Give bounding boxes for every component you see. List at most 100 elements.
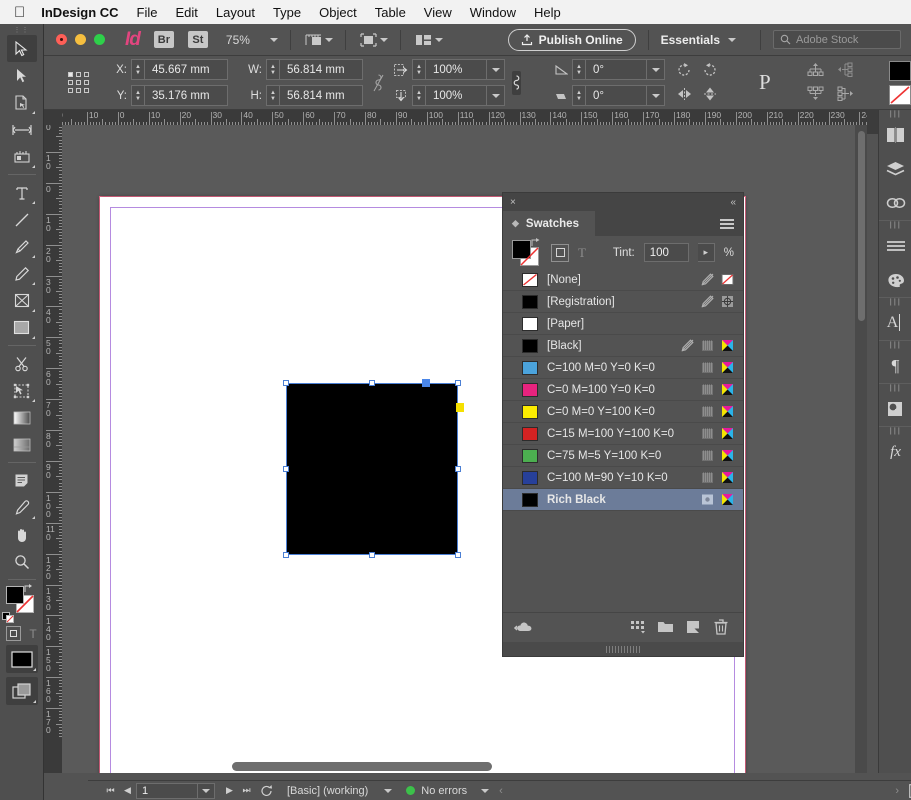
rotation-dropdown-icon[interactable] bbox=[647, 59, 665, 80]
swatch-row[interactable]: [Black] bbox=[503, 335, 743, 357]
workspace-dropdown-icon[interactable] bbox=[728, 37, 736, 42]
apple-menu-icon[interactable]:  bbox=[14, 5, 25, 20]
effects-panel-icon[interactable]: fx bbox=[879, 435, 911, 469]
hand-tool[interactable] bbox=[7, 521, 37, 548]
gap-tool[interactable] bbox=[7, 116, 37, 143]
handle-bottom-right[interactable] bbox=[455, 552, 461, 558]
paragraph-panel-icon[interactable]: ¶ bbox=[879, 349, 911, 383]
formatting-affects-container-icon[interactable] bbox=[6, 626, 22, 641]
object-styles-panel-icon[interactable] bbox=[879, 392, 911, 426]
rotate-counterclockwise-button[interactable] bbox=[699, 59, 721, 81]
new-color-group-button[interactable] bbox=[623, 614, 651, 640]
canvas-vertical-scroll-thumb[interactable] bbox=[858, 131, 865, 321]
shear-stepper[interactable]: ▲ ▼ bbox=[572, 85, 585, 106]
fill-stroke-control[interactable] bbox=[1, 584, 42, 624]
scale-y-field[interactable]: 100% bbox=[425, 85, 487, 106]
note-tool[interactable] bbox=[7, 467, 37, 494]
pages-panel-icon[interactable] bbox=[879, 118, 911, 152]
workspace-switcher[interactable]: Essentials bbox=[661, 33, 720, 47]
free-transform-tool[interactable] bbox=[7, 377, 37, 404]
last-page-button[interactable]: ⏭ bbox=[238, 782, 255, 800]
swatch-row[interactable]: C=15 M=100 Y=100 K=0 bbox=[503, 423, 743, 445]
scissors-tool[interactable] bbox=[7, 350, 37, 377]
h-stepper[interactable]: ▲ ▼ bbox=[266, 85, 279, 106]
reference-point-selector[interactable] bbox=[68, 72, 89, 93]
handle-top-center[interactable] bbox=[369, 380, 375, 386]
vertical-ruler[interactable]: 0 10 0 10 20 30 40 50 60 70 80 90 100 110 120 130 140 150… bbox=[44, 125, 62, 773]
horizontal-ruler[interactable]: 0100102030405060708090100110120130140150… bbox=[62, 110, 867, 125]
maximize-window-button[interactable] bbox=[94, 34, 105, 45]
page-number-dropdown-icon[interactable] bbox=[198, 782, 215, 799]
x-field[interactable]: 45.667 mm bbox=[144, 59, 228, 80]
flip-vertical-button[interactable] bbox=[699, 83, 721, 105]
dock-grip-4[interactable]: ┃┃┃ bbox=[879, 341, 911, 349]
page-number-field[interactable]: 1 bbox=[136, 782, 198, 799]
menu-file[interactable]: File bbox=[137, 5, 158, 20]
links-panel-icon[interactable] bbox=[879, 186, 911, 220]
rotate-clockwise-button[interactable] bbox=[673, 59, 695, 81]
x-stepper[interactable]: ▲ ▼ bbox=[131, 59, 144, 80]
swatch-row[interactable]: C=0 M=100 Y=0 K=0 bbox=[503, 379, 743, 401]
tint-dropdown-icon[interactable]: ▸ bbox=[697, 243, 715, 262]
scale-y-stepper[interactable]: ▲ ▼ bbox=[412, 85, 425, 106]
previous-page-button[interactable]: ◀ bbox=[119, 782, 136, 800]
direct-selection-tool[interactable] bbox=[7, 62, 37, 89]
handle-bottom-left[interactable] bbox=[283, 552, 289, 558]
master-page-dropdown-icon[interactable] bbox=[380, 788, 396, 793]
stroke-color-indicator[interactable] bbox=[888, 84, 911, 105]
bridge-button[interactable]: Br bbox=[153, 31, 174, 48]
status-resize-right-icon[interactable]: › bbox=[895, 785, 899, 797]
next-page-button[interactable]: ▶ bbox=[221, 782, 238, 800]
menu-help[interactable]: Help bbox=[534, 5, 561, 20]
formatting-affects-text-icon[interactable]: T bbox=[578, 245, 586, 261]
align-right-button[interactable] bbox=[835, 83, 857, 105]
zoom-dropdown-icon[interactable] bbox=[269, 37, 278, 42]
swatches-collapse-icon[interactable]: « bbox=[730, 197, 736, 208]
constrain-proportions-wh-icon[interactable] bbox=[373, 72, 384, 94]
document-spread-icon[interactable] bbox=[905, 782, 911, 800]
w-stepper[interactable]: ▲ ▼ bbox=[266, 59, 279, 80]
minimize-window-button[interactable] bbox=[75, 34, 86, 45]
canvas-vertical-scrollbar[interactable] bbox=[855, 125, 867, 773]
ruler-corner[interactable] bbox=[44, 110, 62, 125]
corner-options-handle[interactable] bbox=[456, 403, 464, 412]
tools-panel-grip[interactable]: ⋮⋮ bbox=[0, 24, 43, 35]
layers-panel-icon[interactable] bbox=[879, 152, 911, 186]
tab-swatches[interactable]: ◆ Swatches bbox=[503, 211, 595, 236]
master-page-icon[interactable] bbox=[255, 782, 279, 800]
handle-middle-right[interactable] bbox=[455, 466, 461, 472]
zoom-level-value[interactable]: 75% bbox=[226, 33, 250, 47]
new-swatch-button[interactable] bbox=[679, 614, 707, 640]
canvas-horizontal-scrollbar[interactable] bbox=[62, 759, 867, 773]
swatches-resize-grip-icon[interactable] bbox=[605, 645, 641, 653]
tint-field[interactable]: 100 bbox=[643, 243, 689, 262]
frame-tool[interactable] bbox=[7, 287, 37, 314]
menu-edit[interactable]: Edit bbox=[176, 5, 198, 20]
content-collector-tool[interactable] bbox=[7, 143, 37, 170]
h-field[interactable]: 56.814 mm bbox=[279, 85, 363, 106]
color-panel-icon[interactable] bbox=[879, 263, 911, 297]
menu-type[interactable]: Type bbox=[273, 5, 301, 20]
swatch-row[interactable]: [Registration] bbox=[503, 291, 743, 313]
default-fill-stroke-icon[interactable] bbox=[1, 612, 15, 624]
swatches-close-icon[interactable]: × bbox=[510, 197, 516, 208]
scale-x-field[interactable]: 100% bbox=[425, 59, 487, 80]
line-tool[interactable] bbox=[7, 206, 37, 233]
rectangle-tool[interactable] bbox=[7, 314, 37, 341]
menu-layout[interactable]: Layout bbox=[216, 5, 255, 20]
rotation-stepper[interactable]: ▲ ▼ bbox=[572, 59, 585, 80]
menu-app-name[interactable]: InDesign CC bbox=[41, 5, 118, 20]
y-stepper[interactable]: ▲ ▼ bbox=[131, 85, 144, 106]
constrain-scale-button[interactable] bbox=[512, 70, 521, 95]
swap-fill-stroke-icon[interactable] bbox=[24, 584, 34, 594]
formatting-affects-text-icon[interactable]: T bbox=[29, 627, 36, 641]
y-field[interactable]: 35.176 mm bbox=[144, 85, 228, 106]
apply-color-button[interactable] bbox=[5, 645, 38, 673]
close-window-button[interactable] bbox=[56, 34, 67, 45]
scale-y-dropdown-icon[interactable] bbox=[487, 85, 505, 106]
panel-swap-fill-stroke-icon[interactable] bbox=[531, 237, 542, 248]
scale-x-dropdown-icon[interactable] bbox=[487, 59, 505, 80]
arrange-dropdown-icon[interactable] bbox=[434, 37, 443, 42]
scale-x-stepper[interactable]: ▲ ▼ bbox=[412, 59, 425, 80]
menu-object[interactable]: Object bbox=[319, 5, 357, 20]
